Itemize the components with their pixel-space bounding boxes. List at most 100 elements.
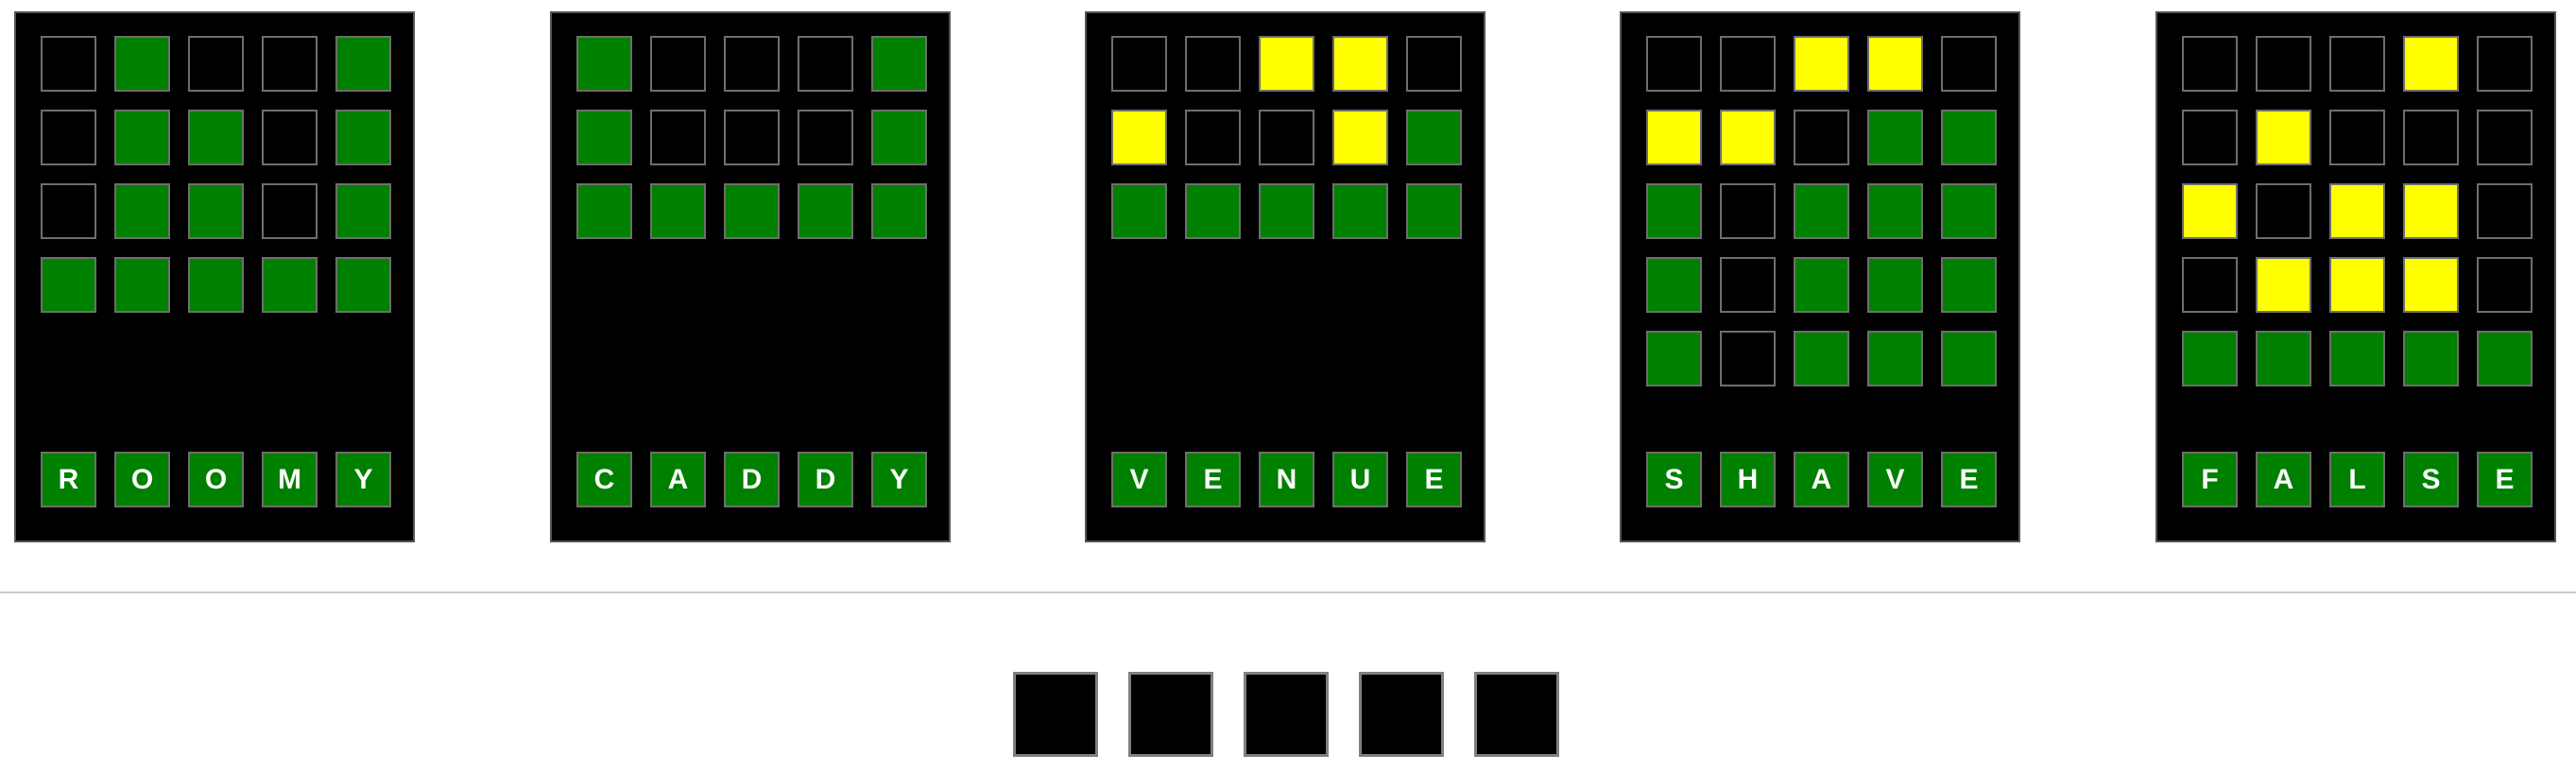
guess-cell xyxy=(798,36,853,92)
answer-letter-tile: D xyxy=(724,452,780,507)
guess-cell xyxy=(1720,183,1776,239)
guess-cell xyxy=(335,183,391,239)
guess-input-box[interactable] xyxy=(1128,672,1213,757)
guess-input-box[interactable] xyxy=(1013,672,1098,757)
board-4: SHAVE xyxy=(1620,11,2020,542)
guess-cell xyxy=(871,183,927,239)
guess-cell xyxy=(2182,331,2238,386)
guess-cell xyxy=(41,183,96,239)
guess-cell xyxy=(1794,183,1849,239)
answer-letter-tile: U xyxy=(1332,452,1388,507)
guess-cell xyxy=(1867,183,1923,239)
guess-cell xyxy=(1794,257,1849,313)
answer-letter-tile: F xyxy=(2182,452,2238,507)
guess-cell xyxy=(2182,110,2238,165)
guess-cell xyxy=(2329,183,2385,239)
answer-letter-tile: H xyxy=(1720,452,1776,507)
answer-letter-tile: E xyxy=(1941,452,1997,507)
guess-cell xyxy=(188,36,244,92)
guess-cell xyxy=(2182,36,2238,92)
guess-cell xyxy=(114,183,170,239)
guess-cell xyxy=(1794,331,1849,386)
board-2: CADDY xyxy=(550,11,951,542)
guess-cell xyxy=(2477,36,2533,92)
answer-letter-tile: Y xyxy=(871,452,927,507)
guess-cell xyxy=(1941,331,1997,386)
answer-letter-tile: O xyxy=(188,452,244,507)
guess-cell xyxy=(114,110,170,165)
answer-letter-tile: E xyxy=(1406,452,1462,507)
answer-letter-tile: A xyxy=(650,452,706,507)
guess-cell xyxy=(1720,331,1776,386)
guess-cell xyxy=(188,183,244,239)
guess-cell xyxy=(2403,183,2459,239)
answer-letter-tile: E xyxy=(2477,452,2533,507)
guess-cell xyxy=(576,36,632,92)
guess-cell xyxy=(41,257,96,313)
guess-cell xyxy=(1111,110,1167,165)
guess-cell xyxy=(1185,110,1241,165)
guess-cell xyxy=(1406,110,1462,165)
guess-cell xyxy=(724,183,780,239)
guess-cell xyxy=(1867,331,1923,386)
answer-letter-tile: R xyxy=(41,452,96,507)
guess-cell xyxy=(41,110,96,165)
guess-cell xyxy=(335,36,391,92)
guess-input-box[interactable] xyxy=(1359,672,1444,757)
guess-cell xyxy=(1720,36,1776,92)
guess-cell xyxy=(1185,36,1241,92)
guess-cell xyxy=(724,110,780,165)
guess-cell xyxy=(262,183,318,239)
answer-letter-tile: Y xyxy=(335,452,391,507)
guess-cell xyxy=(1185,183,1241,239)
guess-cell xyxy=(1646,36,1702,92)
guess-cell xyxy=(1332,110,1388,165)
guess-cell xyxy=(798,110,853,165)
guess-cell xyxy=(1406,36,1462,92)
answer-letter-tile: S xyxy=(2403,452,2459,507)
guess-cell xyxy=(262,257,318,313)
answer-letter-tile: V xyxy=(1867,452,1923,507)
guess-cell xyxy=(1867,36,1923,92)
guess-cell xyxy=(724,36,780,92)
guess-cell xyxy=(335,257,391,313)
guess-cell xyxy=(1720,110,1776,165)
guess-cell xyxy=(576,183,632,239)
answer-letter-tile: A xyxy=(2256,452,2311,507)
guess-cell xyxy=(2329,36,2385,92)
guess-cell xyxy=(41,36,96,92)
guess-cell xyxy=(1259,36,1314,92)
board-5: FALSE xyxy=(2155,11,2556,542)
guess-cell xyxy=(262,36,318,92)
guess-cell xyxy=(576,110,632,165)
guess-cell xyxy=(1867,110,1923,165)
guess-cell xyxy=(2182,183,2238,239)
guess-cell xyxy=(2329,331,2385,386)
divider xyxy=(0,592,2576,593)
board-1: ROOMY xyxy=(14,11,415,542)
guess-cell xyxy=(1259,183,1314,239)
guess-cell xyxy=(188,257,244,313)
guess-cell xyxy=(2403,257,2459,313)
guess-cell xyxy=(1867,257,1923,313)
guess-cell xyxy=(1332,36,1388,92)
guess-cell xyxy=(335,110,391,165)
guess-cell xyxy=(650,36,706,92)
answer-letter-tile: C xyxy=(576,452,632,507)
guess-cell xyxy=(2256,36,2311,92)
guess-input-box[interactable] xyxy=(1474,672,1559,757)
guess-cell xyxy=(1720,257,1776,313)
guess-cell xyxy=(2403,110,2459,165)
guess-cell xyxy=(1111,36,1167,92)
answer-letter-tile: S xyxy=(1646,452,1702,507)
guess-cell xyxy=(262,110,318,165)
guess-cell xyxy=(1646,183,1702,239)
board-3: VENUE xyxy=(1085,11,1485,542)
answer-letter-tile: M xyxy=(262,452,318,507)
answer-letter-tile: E xyxy=(1185,452,1241,507)
guess-cell xyxy=(114,257,170,313)
guess-cell xyxy=(1941,110,1997,165)
guess-cell xyxy=(1941,183,1997,239)
guess-input-box[interactable] xyxy=(1244,672,1329,757)
guess-cell xyxy=(2477,183,2533,239)
